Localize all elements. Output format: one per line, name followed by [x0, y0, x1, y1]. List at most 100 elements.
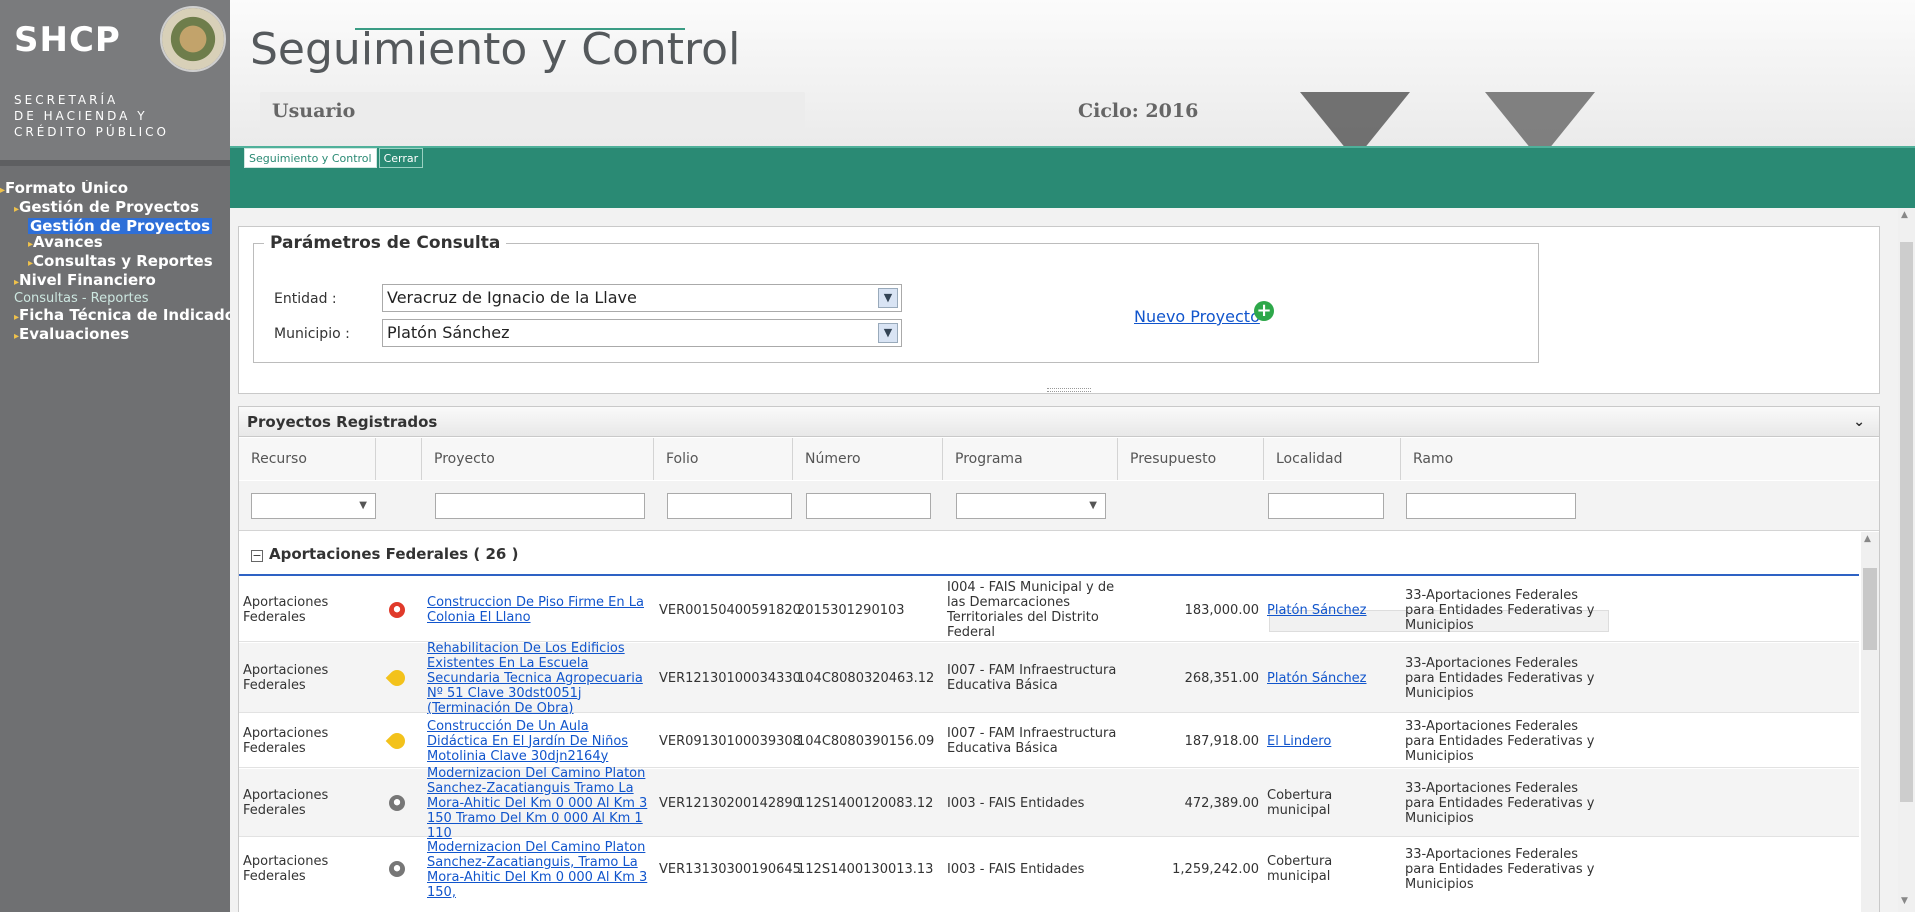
recurso-filter-select[interactable]: ▼ [251, 493, 376, 519]
chevron-down-icon[interactable]: ▼ [878, 323, 898, 343]
column-header-programa[interactable]: Programa [943, 438, 1118, 480]
sidebar-item-gestion-proyectos-selected[interactable]: Gestión de Proyectos [0, 218, 230, 234]
scroll-up-icon[interactable]: ▲ [1864, 534, 1871, 544]
grid-scrollbar-thumb[interactable] [1863, 568, 1877, 650]
sidebar-item-label: Formato Único [5, 180, 129, 197]
column-header-numero[interactable]: Número [793, 438, 943, 480]
sidebar-item-nivel-financiero[interactable]: ▸Nivel Financiero [0, 272, 230, 291]
filter-row: ▼ ▼ [239, 481, 1879, 531]
cell-ramo: 33-Aportaciones Federales para Entidades… [1405, 780, 1595, 826]
brand-subtitle: SECRETARÍA DE HACIENDA Y CRÉDITO PÚBLICO [14, 92, 224, 140]
cell-ramo: 33-Aportaciones Federales para Entidades… [1405, 718, 1595, 764]
location-marker-gray-icon [389, 795, 405, 811]
sidebar-item-consultas-reportes-financiero[interactable]: Consultas - Reportes [0, 291, 230, 307]
sidebar-item-gestion-proyectos[interactable]: ▸Gestión de Proyectos [0, 199, 230, 218]
cell-localidad-link[interactable]: El Lindero [1267, 714, 1399, 768]
cell-proyecto-link[interactable]: Modernizacion Del Camino Platon Sanchez-… [427, 830, 652, 900]
column-header-status[interactable] [376, 438, 422, 480]
table-row[interactable]: Aportaciones Federales Rehabilitacion De… [239, 641, 1859, 716]
table-row[interactable]: Aportaciones Federales Construccion De P… [239, 578, 1859, 642]
scroll-down-icon[interactable]: ▼ [1901, 896, 1908, 906]
cell-ramo: 33-Aportaciones Federales para Entidades… [1405, 846, 1595, 892]
column-header-proyecto[interactable]: Proyecto [422, 438, 654, 480]
entidad-value: Veracruz de Ignacio de la Llave [387, 288, 637, 307]
location-marker-gray-icon [389, 861, 405, 877]
group-row[interactable]: − Aportaciones Federales ( 26 ) [239, 532, 1859, 576]
brand-block: SHCP SECRETARÍA DE HACIENDA Y CRÉDITO PÚ… [0, 0, 230, 160]
page-scrollbar-thumb[interactable] [1900, 242, 1913, 802]
grid-scrollbar[interactable]: ▲ [1861, 532, 1879, 912]
group-label: Aportaciones Federales ( 26 ) [269, 545, 519, 563]
cell-programa: I004 - FAIS Municipal y de las Demarcaci… [947, 580, 1115, 640]
sidebar-item-label: Ficha Técnica de Indicadores [19, 307, 230, 324]
splitter-handle[interactable] [1047, 388, 1091, 392]
sidebar-item-ficha-tecnica[interactable]: ▸Ficha Técnica de Indicadores [0, 307, 230, 326]
sidebar-item-label: Gestión de Proyectos [28, 218, 213, 234]
sidebar-item-label: Nivel Financiero [19, 272, 156, 289]
add-icon[interactable]: + [1254, 301, 1274, 321]
sidebar-item-label: Consultas - Reportes [14, 291, 149, 306]
cell-status [385, 643, 409, 713]
proyecto-filter-input[interactable] [435, 493, 645, 519]
cell-proyecto-link[interactable]: Rehabilitacion De Los Edificios Existent… [427, 641, 647, 716]
cell-recurso: Aportaciones Federales [243, 788, 329, 818]
cell-localidad-link[interactable]: Platón Sánchez [1267, 578, 1399, 642]
location-marker-yellow-icon [385, 729, 409, 753]
cell-localidad: Cobertura municipal [1267, 788, 1333, 818]
cell-folio: VER12130100034330 [659, 670, 801, 686]
new-project-link[interactable]: Nuevo Proyecto [1134, 307, 1260, 326]
cell-numero: 104C8080320463.12 [797, 670, 935, 686]
app-window: SHCP SECRETARÍA DE HACIENDA Y CRÉDITO PÚ… [0, 0, 1915, 912]
user-label: Usuario [272, 100, 356, 122]
sidebar-item-formato-unico[interactable]: ▸Formato Único [0, 180, 230, 199]
column-header-ramo[interactable]: Ramo [1401, 438, 1879, 480]
sidebar-item-label: Gestión de Proyectos [19, 199, 200, 216]
cell-status [389, 838, 409, 900]
cell-proyecto-link[interactable]: Construcción De Un Aula Didáctica En El … [427, 714, 647, 768]
cell-recurso: Aportaciones Federales [243, 726, 329, 756]
table-row[interactable]: Aportaciones Federales Modernizacion Del… [239, 838, 1859, 912]
table-row[interactable]: Aportaciones Federales Modernizacion Del… [239, 766, 1859, 841]
cell-localidad-link[interactable]: Platón Sánchez [1267, 643, 1399, 713]
tab-seguimiento-y-control[interactable]: Seguimiento y Control [244, 148, 377, 168]
collapse-toggle-icon[interactable]: − [251, 550, 263, 562]
chevron-down-icon[interactable]: ⌄ [1853, 407, 1865, 437]
cell-proyecto-link[interactable]: Construccion De Piso Firme En La Colonia… [427, 578, 647, 642]
municipio-label: Municipio : [274, 326, 350, 342]
cell-presupuesto: 268,351.00 [1184, 670, 1259, 686]
folio-filter-input[interactable] [667, 493, 792, 519]
query-parameters-fieldset: Parámetros de Consulta Entidad : Veracru… [253, 233, 1539, 363]
entidad-select[interactable]: Veracruz de Ignacio de la Llave ▼ [382, 284, 902, 312]
numero-filter-input[interactable] [806, 493, 931, 519]
column-header-presupuesto[interactable]: Presupuesto [1118, 438, 1264, 480]
scroll-up-icon[interactable]: ▲ [1901, 210, 1908, 220]
cell-status [389, 769, 409, 837]
column-header-recurso[interactable]: Recurso [239, 438, 376, 480]
sidebar-item-evaluaciones[interactable]: ▸Evaluaciones [0, 326, 230, 345]
sidebar-item-consultas-reportes[interactable]: ▸Consultas y Reportes [0, 253, 230, 272]
cell-proyecto-link[interactable]: Modernizacion Del Camino Platon Sanchez-… [427, 766, 652, 841]
ramo-filter-input[interactable] [1406, 493, 1576, 519]
page-scrollbar[interactable]: ▲ ▼ [1898, 208, 1915, 912]
entidad-label: Entidad : [274, 291, 337, 307]
column-header-localidad[interactable]: Localidad [1264, 438, 1401, 480]
table-row[interactable]: Aportaciones Federales Construcción De U… [239, 714, 1859, 768]
query-parameters-panel: Parámetros de Consulta Entidad : Veracru… [238, 226, 1880, 394]
cell-ramo: 33-Aportaciones Federales para Entidades… [1405, 655, 1595, 701]
column-header-folio[interactable]: Folio [654, 438, 793, 480]
municipio-select[interactable]: Platón Sánchez ▼ [382, 319, 902, 347]
cell-folio: VER13130300190645 [659, 861, 801, 877]
chevron-down-icon[interactable]: ▼ [878, 288, 898, 308]
cell-folio: VER09130100039308 [659, 733, 801, 749]
page-title: Seguimiento y Control [250, 24, 741, 75]
sidebar-item-avances[interactable]: ▸Avances [0, 234, 230, 253]
query-parameters-legend: Parámetros de Consulta [270, 233, 501, 253]
cell-programa: I007 - FAM Infraestructura Educativa Bás… [947, 726, 1117, 756]
programa-filter-select[interactable]: ▼ [956, 493, 1106, 519]
header: Seguimiento y Control Usuario Ciclo: 201… [230, 0, 1915, 160]
localidad-filter-input[interactable] [1268, 493, 1384, 519]
cell-folio: VER00150400591820 [659, 602, 801, 618]
grid-header: Proyectos Registrados ⌄ [239, 407, 1879, 437]
municipio-value: Platón Sánchez [387, 323, 510, 342]
tab-cerrar[interactable]: Cerrar [378, 148, 424, 168]
